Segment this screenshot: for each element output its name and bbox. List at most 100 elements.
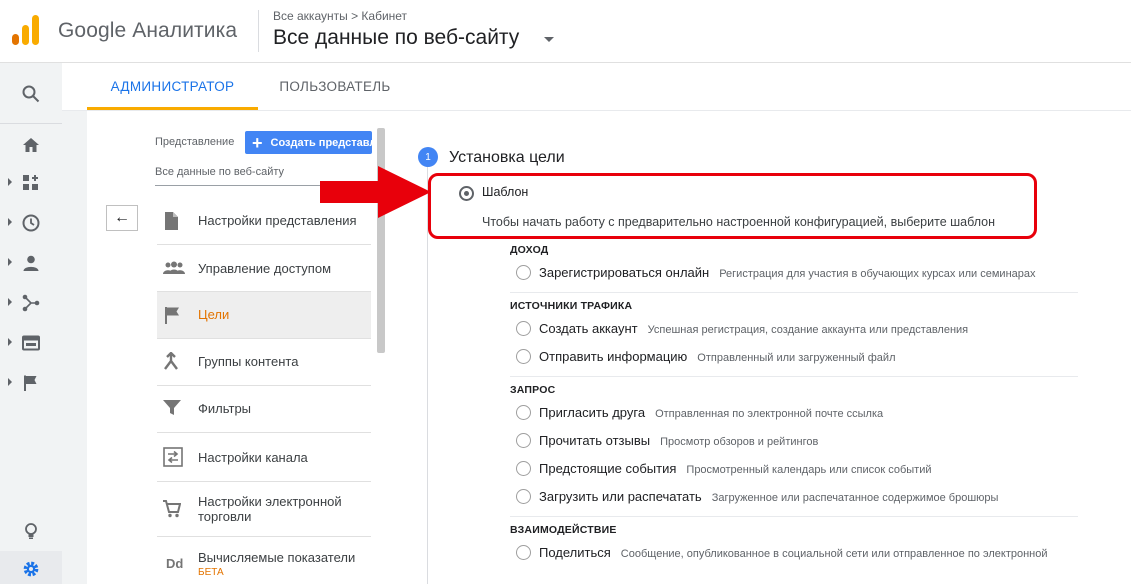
flag-icon (24, 375, 37, 391)
goal-template-radio[interactable] (516, 461, 531, 476)
tab-user[interactable]: ПОЛЬЗОВАТЕЛЬ (260, 63, 410, 110)
group-icon (163, 261, 185, 274)
menu-label: Настройки электронной (198, 494, 342, 509)
menu-item-calculated-metrics[interactable]: Dd Вычисляемые показатели БЕТА (157, 537, 371, 584)
category-divider (510, 292, 1078, 293)
breadcrumb[interactable]: Все аккаунты > Кабинет (273, 9, 407, 23)
rail-admin[interactable] (0, 551, 62, 584)
category-divider (510, 376, 1078, 377)
chevron-right-icon[interactable] (8, 258, 12, 266)
document-icon (165, 212, 178, 230)
collapse-panel-button[interactable]: ← (106, 205, 138, 231)
header-divider (258, 10, 259, 52)
view-column-label: Представление (155, 136, 235, 148)
menu-label-line2: торговли (198, 509, 252, 524)
chevron-right-icon[interactable] (8, 218, 12, 226)
goal-template-radio[interactable] (516, 433, 531, 448)
option-label: Зарегистрироваться онлайн (539, 265, 710, 280)
dashboard-icon (23, 175, 38, 190)
goal-template-option[interactable]: Прочитать отзывы Просмотр обзоров и рейти… (539, 433, 818, 448)
menu-item-filters[interactable]: Фильтры (157, 386, 371, 432)
category-title-acquisition: ИСТОЧНИКИ ТРАФИКА (510, 300, 633, 312)
goal-template-radio[interactable] (516, 321, 531, 336)
option-label: Предстоящие события (539, 461, 677, 476)
rail-behavior[interactable] (0, 323, 62, 363)
option-label: Отправить информацию (539, 349, 688, 364)
chevron-right-icon[interactable] (8, 378, 12, 386)
menu-label-wrap: Настройки электронной торговли (198, 494, 342, 524)
create-view-button[interactable]: + Создать представление (245, 131, 372, 154)
goal-template-radio[interactable] (516, 545, 531, 560)
goal-template-option[interactable]: Отправить информацию Отправленный или заг… (539, 349, 896, 364)
menu-item-access-management[interactable]: Управление доступом (157, 245, 371, 291)
goal-template-radio[interactable] (516, 349, 531, 364)
panel-gutter (62, 111, 87, 584)
rail-discover[interactable] (0, 511, 62, 551)
create-view-label: Создать представление (270, 136, 372, 149)
tab-admin[interactable]: АДМИНИСТРАТОР (87, 63, 258, 110)
option-description: Успешная регистрация, создание аккаунта … (647, 324, 969, 336)
rail-search[interactable] (0, 74, 62, 114)
gear-icon (23, 561, 39, 577)
option-description: Регистрация для участия в обучающих курс… (719, 268, 1036, 280)
step-number-badge: 1 (418, 147, 438, 167)
goal-template-option[interactable]: Поделиться Сообщение, опубликованное в со… (539, 545, 1048, 560)
rail-divider (0, 123, 62, 124)
menu-item-channel-settings[interactable]: Настройки канала (157, 433, 371, 481)
app-title: Google Аналитика (58, 19, 238, 42)
scrollbar[interactable] (377, 128, 385, 353)
clock-icon (22, 214, 40, 232)
menu-item-goals[interactable]: Цели (157, 292, 371, 338)
goal-template-radio[interactable] (516, 489, 531, 504)
menu-item-ecommerce-settings[interactable]: Настройки электронной торговли (157, 482, 371, 536)
channel-settings-icon (163, 447, 183, 467)
template-description: Чтобы начать работу с предварительно нас… (482, 215, 995, 229)
plus-icon: + (252, 132, 263, 153)
goal-template-option[interactable]: Зарегистрироваться онлайн Регистрация для… (539, 265, 1036, 280)
option-label: Создать аккаунт (539, 321, 638, 336)
goal-template-radio[interactable] (516, 405, 531, 420)
left-nav-rail (0, 63, 62, 584)
step-title: Установка цели (449, 149, 565, 166)
category-title-revenue: ДОХОД (510, 244, 549, 256)
menu-item-content-groups[interactable]: Группы контента (157, 339, 371, 385)
option-description: Загруженное или распечатанное содержимое… (711, 492, 999, 504)
option-description: Просмотренный календарь или список событ… (686, 464, 932, 476)
rail-realtime[interactable] (0, 203, 62, 243)
chevron-right-icon[interactable] (8, 298, 12, 306)
flag-icon (165, 307, 179, 324)
chevron-right-icon[interactable] (8, 338, 12, 346)
goal-template-option[interactable]: Предстоящие события Просмотренный календа… (539, 461, 932, 476)
menu-label: Фильтры (198, 401, 252, 416)
menu-label-wrap: Вычисляемые показатели БЕТА (198, 550, 355, 580)
rail-audience[interactable] (0, 243, 62, 283)
option-description: Сообщение, опубликованное в социальной с… (620, 548, 1048, 560)
content-grouping-icon (164, 352, 178, 370)
option-label: Прочитать отзывы (539, 433, 651, 448)
category-title-inquiry: ЗАПРОС (510, 384, 556, 396)
goal-template-option[interactable]: Загрузить или распечатать Загруженное или… (539, 489, 998, 504)
rail-customization[interactable] (0, 163, 62, 203)
option-label: Пригласить друга (539, 405, 646, 420)
goal-template-option[interactable]: Создать аккаунт Успешная регистрация, соз… (539, 321, 968, 336)
rail-acquisition[interactable] (0, 283, 62, 323)
filter-icon (163, 400, 181, 415)
template-option-label[interactable]: Шаблон (482, 185, 528, 199)
rail-conversions[interactable] (0, 363, 62, 403)
calculated-metrics-icon: Dd (166, 556, 184, 571)
chevron-right-icon[interactable] (8, 178, 12, 186)
menu-label: Управление доступом (198, 261, 332, 276)
goal-template-radio[interactable] (516, 265, 531, 280)
chevron-down-icon[interactable] (544, 37, 554, 42)
category-title-engagement: ВЗАИМОДЕЙСТВИЕ (510, 524, 617, 536)
menu-label: Настройки канала (198, 450, 308, 465)
goal-template-option[interactable]: Пригласить друга Отправленная по электрон… (539, 405, 883, 420)
beta-badge: БЕТА (198, 567, 224, 578)
rail-home[interactable] (0, 125, 62, 165)
arrow-left-icon: ← (114, 209, 130, 226)
behavior-icon (22, 335, 40, 351)
property-selector[interactable]: Все данные по веб-сайту (273, 26, 519, 50)
category-divider (510, 516, 1078, 517)
home-icon (23, 138, 39, 152)
template-radio[interactable] (459, 186, 474, 201)
